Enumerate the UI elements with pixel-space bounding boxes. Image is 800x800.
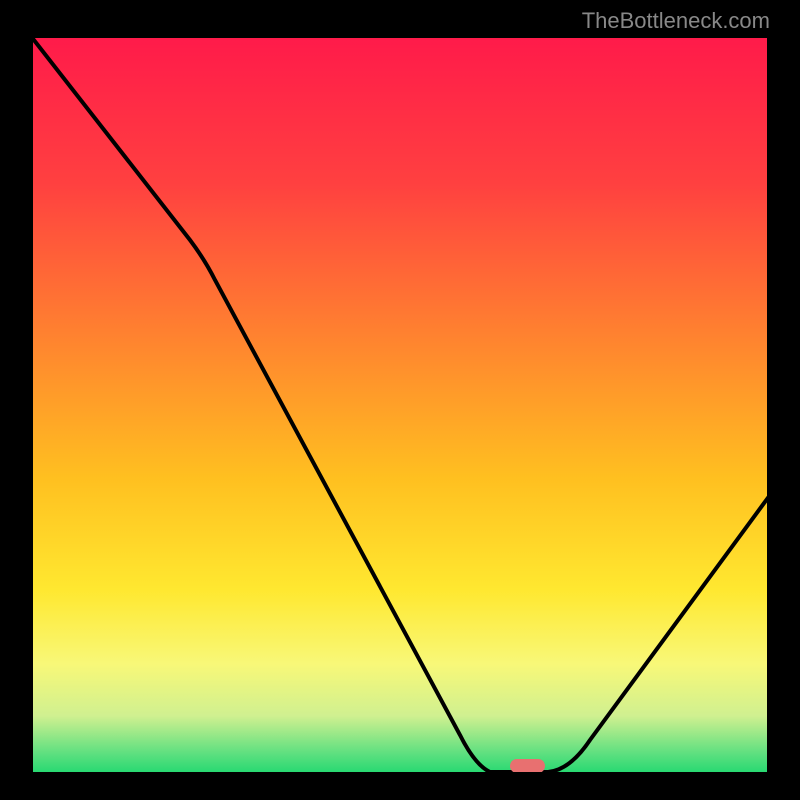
watermark-text: TheBottleneck.com bbox=[582, 8, 770, 34]
optimal-marker bbox=[510, 759, 545, 773]
bottleneck-curve bbox=[30, 35, 770, 775]
chart-container bbox=[30, 35, 770, 775]
